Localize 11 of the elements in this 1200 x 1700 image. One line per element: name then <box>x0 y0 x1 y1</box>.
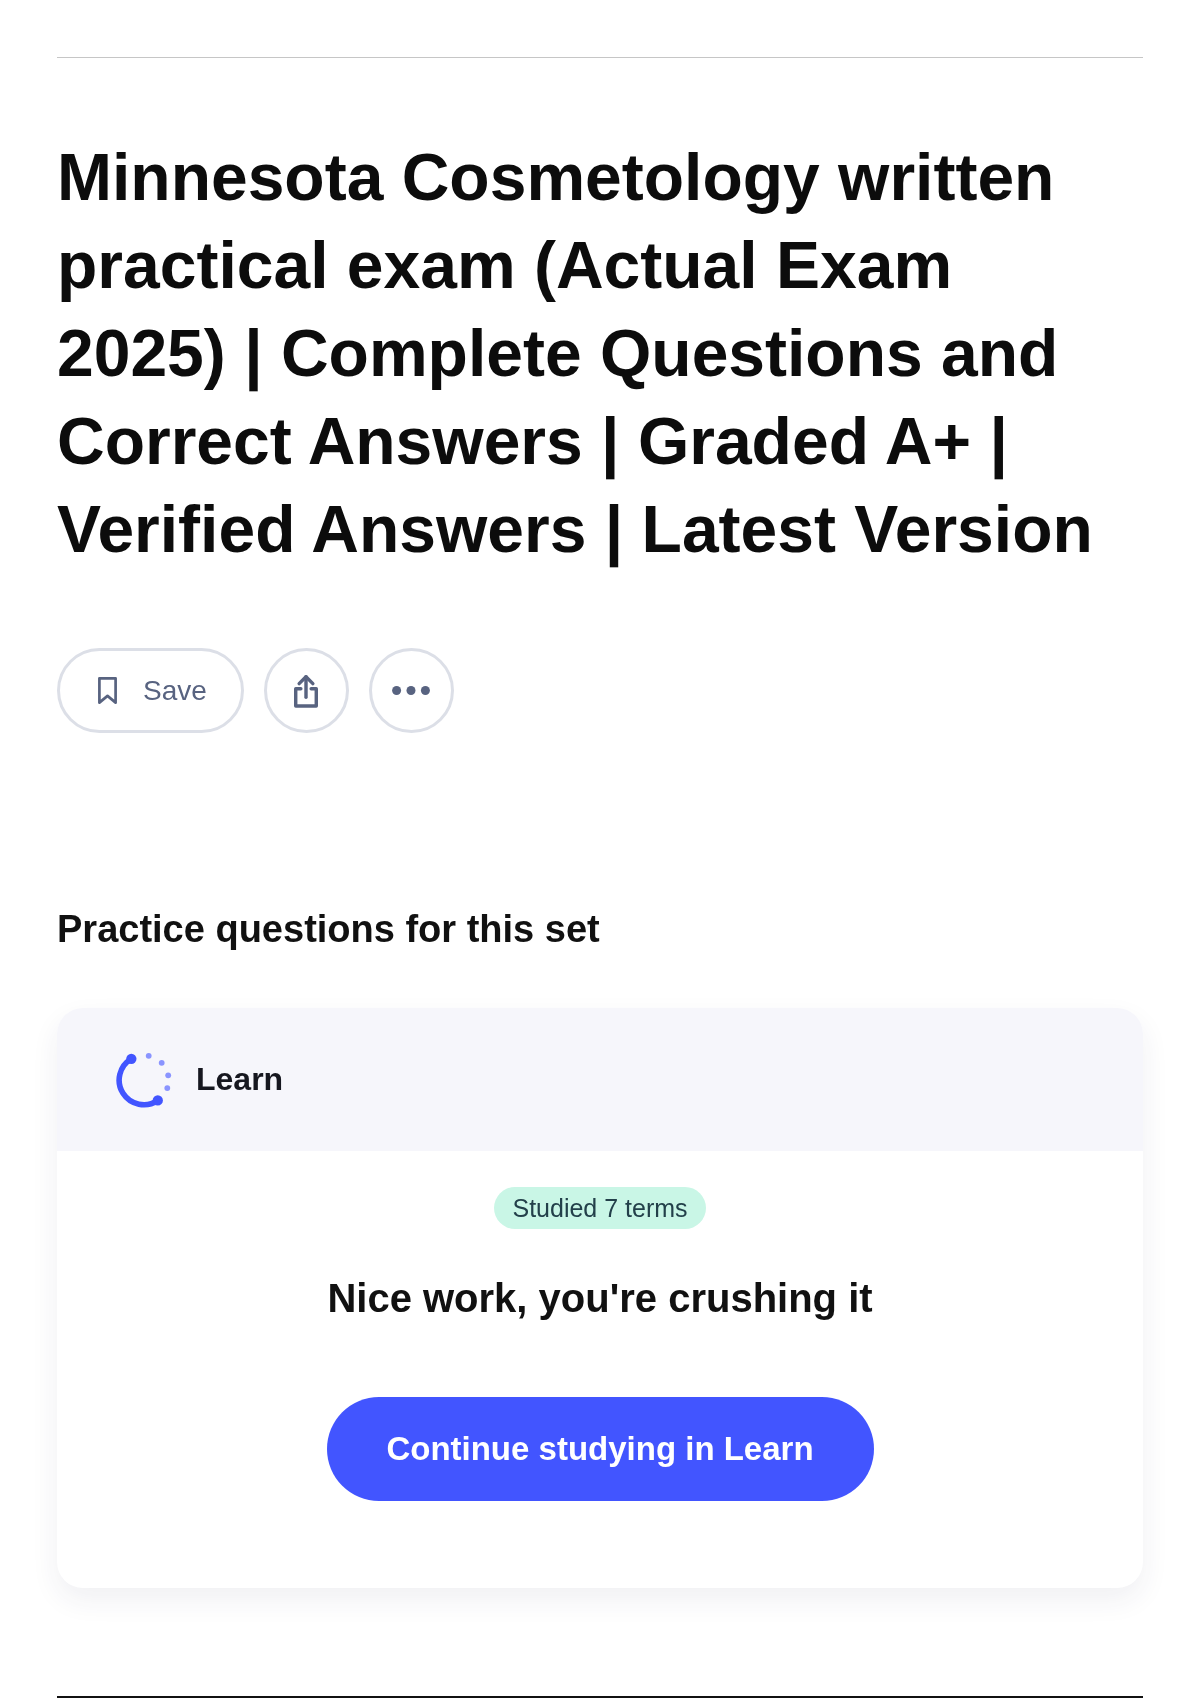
save-button[interactable]: Save <box>57 648 244 733</box>
studied-badge: Studied 7 terms <box>494 1187 706 1229</box>
ring-icon <box>116 1051 172 1108</box>
message-text: Nice work, you're crushing it <box>327 1275 873 1322</box>
continue-button[interactable]: Continue studying in Learn <box>326 1397 874 1501</box>
bookmark-icon <box>98 677 117 704</box>
more-icon <box>392 686 431 695</box>
page-title: Minnesota Cosmetology written practical exam (Actual Exam 2025) | Complete Questions and Correct Answers | Graded A+ | Verified Answers | Latest Version <box>57 139 1094 570</box>
mode-title: Learn <box>196 1061 284 1098</box>
share-icon <box>294 673 319 708</box>
section-heading: Practice questions for this set <box>57 907 601 951</box>
